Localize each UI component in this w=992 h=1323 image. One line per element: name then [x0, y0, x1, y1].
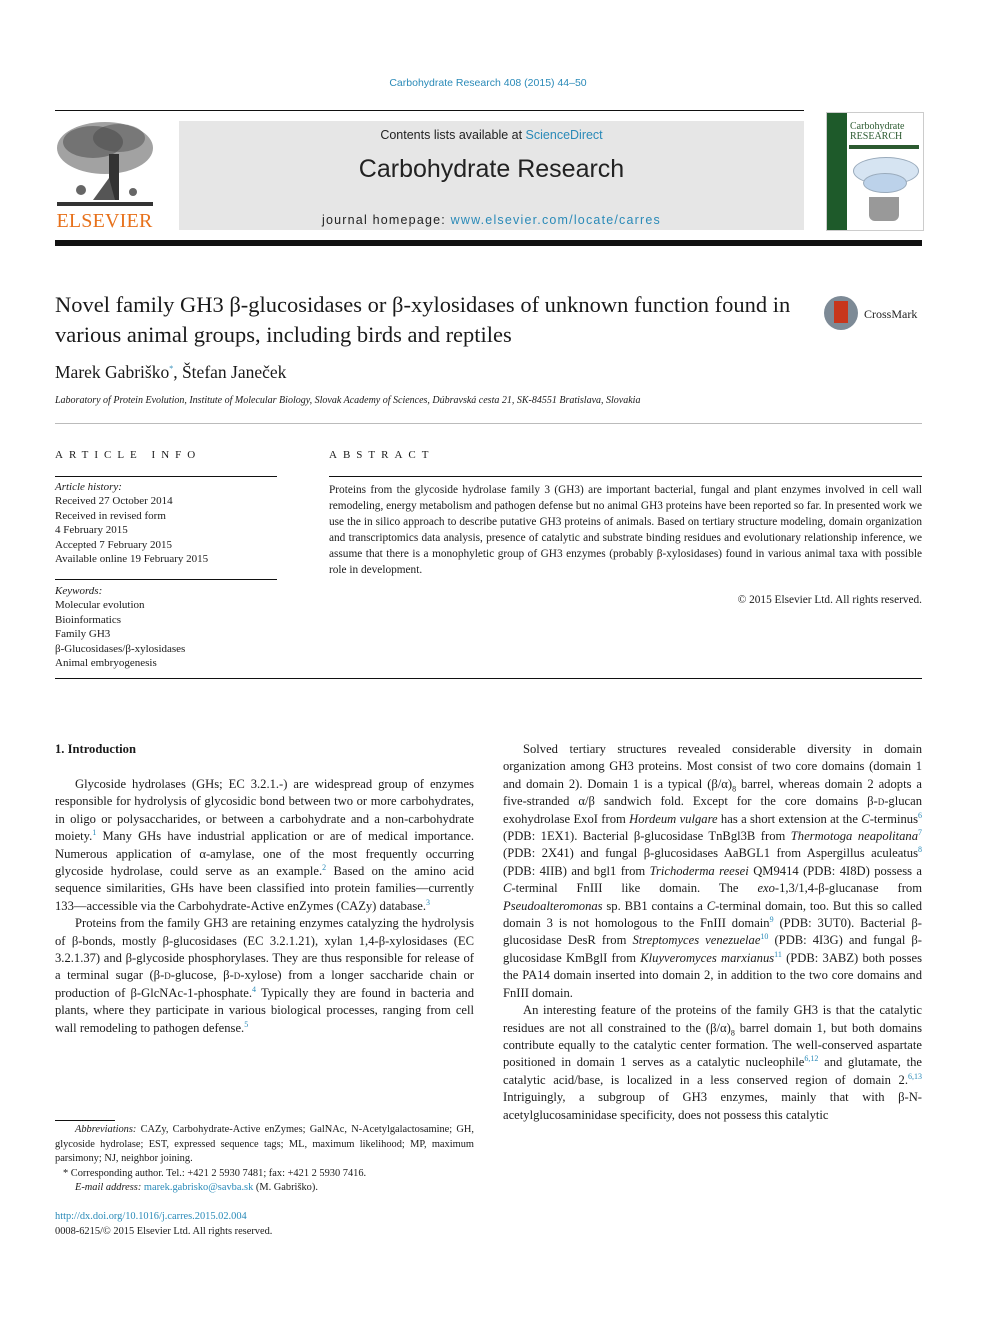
- citation-link[interactable]: 5: [244, 1020, 248, 1029]
- divider: [55, 579, 277, 580]
- abbreviations-footnote: Abbreviations: CAZy, Carbohydrate-Active…: [55, 1124, 474, 1165]
- citation-link[interactable]: 3: [426, 898, 430, 907]
- section-heading-introduction: 1. Introduction: [55, 742, 136, 756]
- affiliation: Laboratory of Protein Evolution, Institu…: [55, 395, 641, 406]
- paragraph: Solved tertiary structures revealed cons…: [503, 742, 923, 1000]
- footnotes: Abbreviations: CAZy, Carbohydrate-Active…: [55, 1123, 474, 1196]
- citation-link[interactable]: 7: [918, 828, 922, 837]
- cover-cloud-graphic-2: [863, 173, 907, 193]
- body-column-right: Solved tertiary structures revealed cons…: [503, 741, 922, 1124]
- keyword-item: Bioinformatics: [55, 613, 121, 626]
- abstract-text: Proteins from the glycoside hydrolase fa…: [329, 484, 922, 576]
- author-name: Štefan Janeček: [181, 362, 287, 382]
- history-item: Received 27 October 2014: [55, 495, 173, 508]
- citation-link[interactable]: 6,13: [908, 1072, 922, 1081]
- divider: [55, 423, 922, 424]
- author-email-link[interactable]: marek.gabrisko@savba.sk: [144, 1182, 253, 1193]
- paper-title: Novel family GH3 β-glucosidases or β-xyl…: [55, 292, 791, 347]
- article-history: Article history: Received 27 October 201…: [55, 480, 280, 566]
- cover-spine: [827, 113, 847, 230]
- history-item: Received in revised form: [55, 509, 166, 522]
- citation-link[interactable]: 6: [918, 810, 922, 819]
- history-item: Accepted 7 February 2015: [55, 538, 172, 551]
- author-list: Marek Gabriško*, Štefan Janeček: [55, 362, 287, 382]
- history-item: 4 February 2015: [55, 524, 128, 537]
- elsevier-tree-icon: [57, 122, 153, 206]
- corresponding-author-footnote: * Corresponding author. Tel.: +421 2 593…: [63, 1167, 367, 1179]
- keyword-item: Molecular evolution: [55, 599, 145, 612]
- keyword-item: Family GH3: [55, 628, 111, 641]
- journal-cover-thumbnail[interactable]: Carbohydrate RESEARCH: [826, 112, 924, 231]
- citation-link[interactable]: 6,12: [804, 1054, 818, 1063]
- journal-homepage-link[interactable]: www.elsevier.com/locate/carres: [451, 213, 661, 227]
- author-name: Marek Gabriško: [55, 362, 170, 382]
- email-footnote: E-mail address: marek.gabrisko@savba.sk …: [75, 1182, 318, 1194]
- crossmark-badge[interactable]: CrossMark: [824, 296, 924, 334]
- article-info-heading: ARTICLE INFO: [55, 449, 202, 461]
- abstract-copyright: © 2015 Elsevier Ltd. All rights reserved…: [737, 594, 922, 606]
- paragraph: Proteins from the family GH3 are retaini…: [55, 916, 474, 1035]
- citation-link[interactable]: 8: [918, 845, 922, 854]
- divider: [329, 476, 922, 477]
- keywords: Keywords: Molecular evolution Bioinforma…: [55, 584, 280, 670]
- journal-title: Carbohydrate Research: [358, 155, 625, 183]
- paragraph: An interesting feature of the proteins o…: [503, 1003, 923, 1122]
- header-top-rule: [55, 110, 804, 111]
- citation-link[interactable]: 11: [774, 950, 782, 959]
- doi-link[interactable]: http://dx.doi.org/10.1016/j.carres.2015.…: [55, 1211, 247, 1222]
- keyword-item: Animal embryogenesis: [55, 657, 157, 670]
- crossmark-label: CrossMark: [864, 307, 918, 321]
- history-item: Available online 19 February 2015: [55, 553, 209, 566]
- contents-line: Contents lists available at ScienceDirec…: [179, 128, 804, 142]
- keyword-item: β-Glucosidases/β-xylosidases: [55, 642, 186, 655]
- cover-band: [849, 145, 919, 149]
- crossmark-ribbon-icon: [834, 301, 848, 323]
- journal-citation-link[interactable]: Carbohydrate Research 408 (2015) 44–50: [0, 77, 976, 89]
- keywords-label: Keywords:: [55, 585, 103, 597]
- paragraph: Glycoside hydrolases (GHs; EC 3.2.1.-) a…: [55, 777, 475, 913]
- elsevier-logo[interactable]: ELSEVIER: [53, 118, 156, 233]
- cover-title: Carbohydrate RESEARCH: [850, 121, 905, 142]
- homepage-line: journal homepage: www.elsevier.com/locat…: [179, 213, 804, 227]
- issn-copyright: 0008-6215/© 2015 Elsevier Ltd. All right…: [55, 1226, 273, 1237]
- journal-header-band: Contents lists available at ScienceDirec…: [179, 121, 804, 230]
- body-column-left: Glycoside hydrolases (GHs; EC 3.2.1.-) a…: [55, 776, 474, 1037]
- history-label: Article history:: [55, 481, 122, 493]
- divider: [55, 678, 922, 679]
- abstract-heading: ABSTRACT: [329, 449, 435, 461]
- contents-prefix: Contents lists available at: [380, 128, 526, 142]
- sciencedirect-link[interactable]: ScienceDirect: [526, 128, 603, 142]
- header-thick-rule: [55, 240, 922, 246]
- cover-pot-graphic: [869, 197, 899, 221]
- footnote-rule: [55, 1120, 115, 1121]
- elsevier-wordmark: ELSEVIER: [56, 210, 153, 232]
- homepage-prefix: journal homepage:: [322, 213, 451, 227]
- divider: [55, 476, 277, 477]
